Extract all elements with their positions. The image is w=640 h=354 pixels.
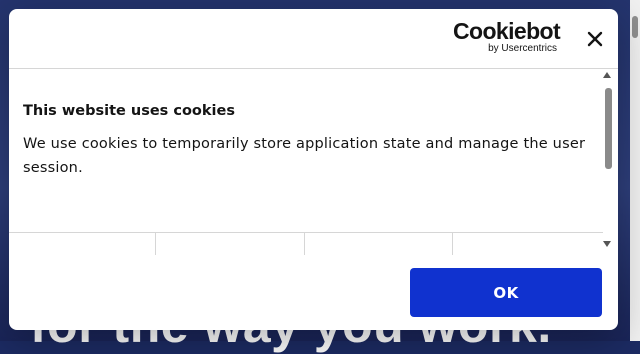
ok-button[interactable]: OK — [410, 268, 602, 317]
scroll-down-arrow-icon[interactable] — [603, 241, 611, 247]
consent-tabs — [9, 232, 603, 255]
dialog-description: We use cookies to temporarily store appl… — [23, 136, 586, 176]
logo-subtitle: by Usercentrics — [488, 43, 557, 54]
cookie-consent-dialog: Cookiebot by Usercentrics This website u… — [9, 9, 618, 330]
dialog-scrollbar-thumb[interactable] — [605, 88, 612, 169]
scroll-up-arrow-icon[interactable] — [603, 72, 611, 78]
consent-tab-3[interactable] — [305, 233, 453, 255]
dialog-title: This website uses cookies — [23, 103, 235, 119]
dialog-scrollbar[interactable] — [602, 72, 614, 254]
cookiebot-logo[interactable]: Cookiebot by Usercentrics — [453, 18, 561, 56]
dialog-header: Cookiebot by Usercentrics — [9, 9, 618, 69]
consent-tab-4[interactable] — [453, 233, 603, 255]
close-icon — [587, 31, 603, 47]
dialog-body: This website uses cookies We use cookies… — [9, 69, 618, 232]
consent-tab-1[interactable] — [9, 233, 156, 255]
close-button[interactable] — [584, 28, 606, 50]
consent-tab-2[interactable] — [156, 233, 305, 255]
page-scrollbar-thumb[interactable] — [632, 16, 638, 38]
logo-wordmark: Cookiebot — [453, 18, 561, 44]
page-scrollbar[interactable] — [630, 0, 640, 341]
